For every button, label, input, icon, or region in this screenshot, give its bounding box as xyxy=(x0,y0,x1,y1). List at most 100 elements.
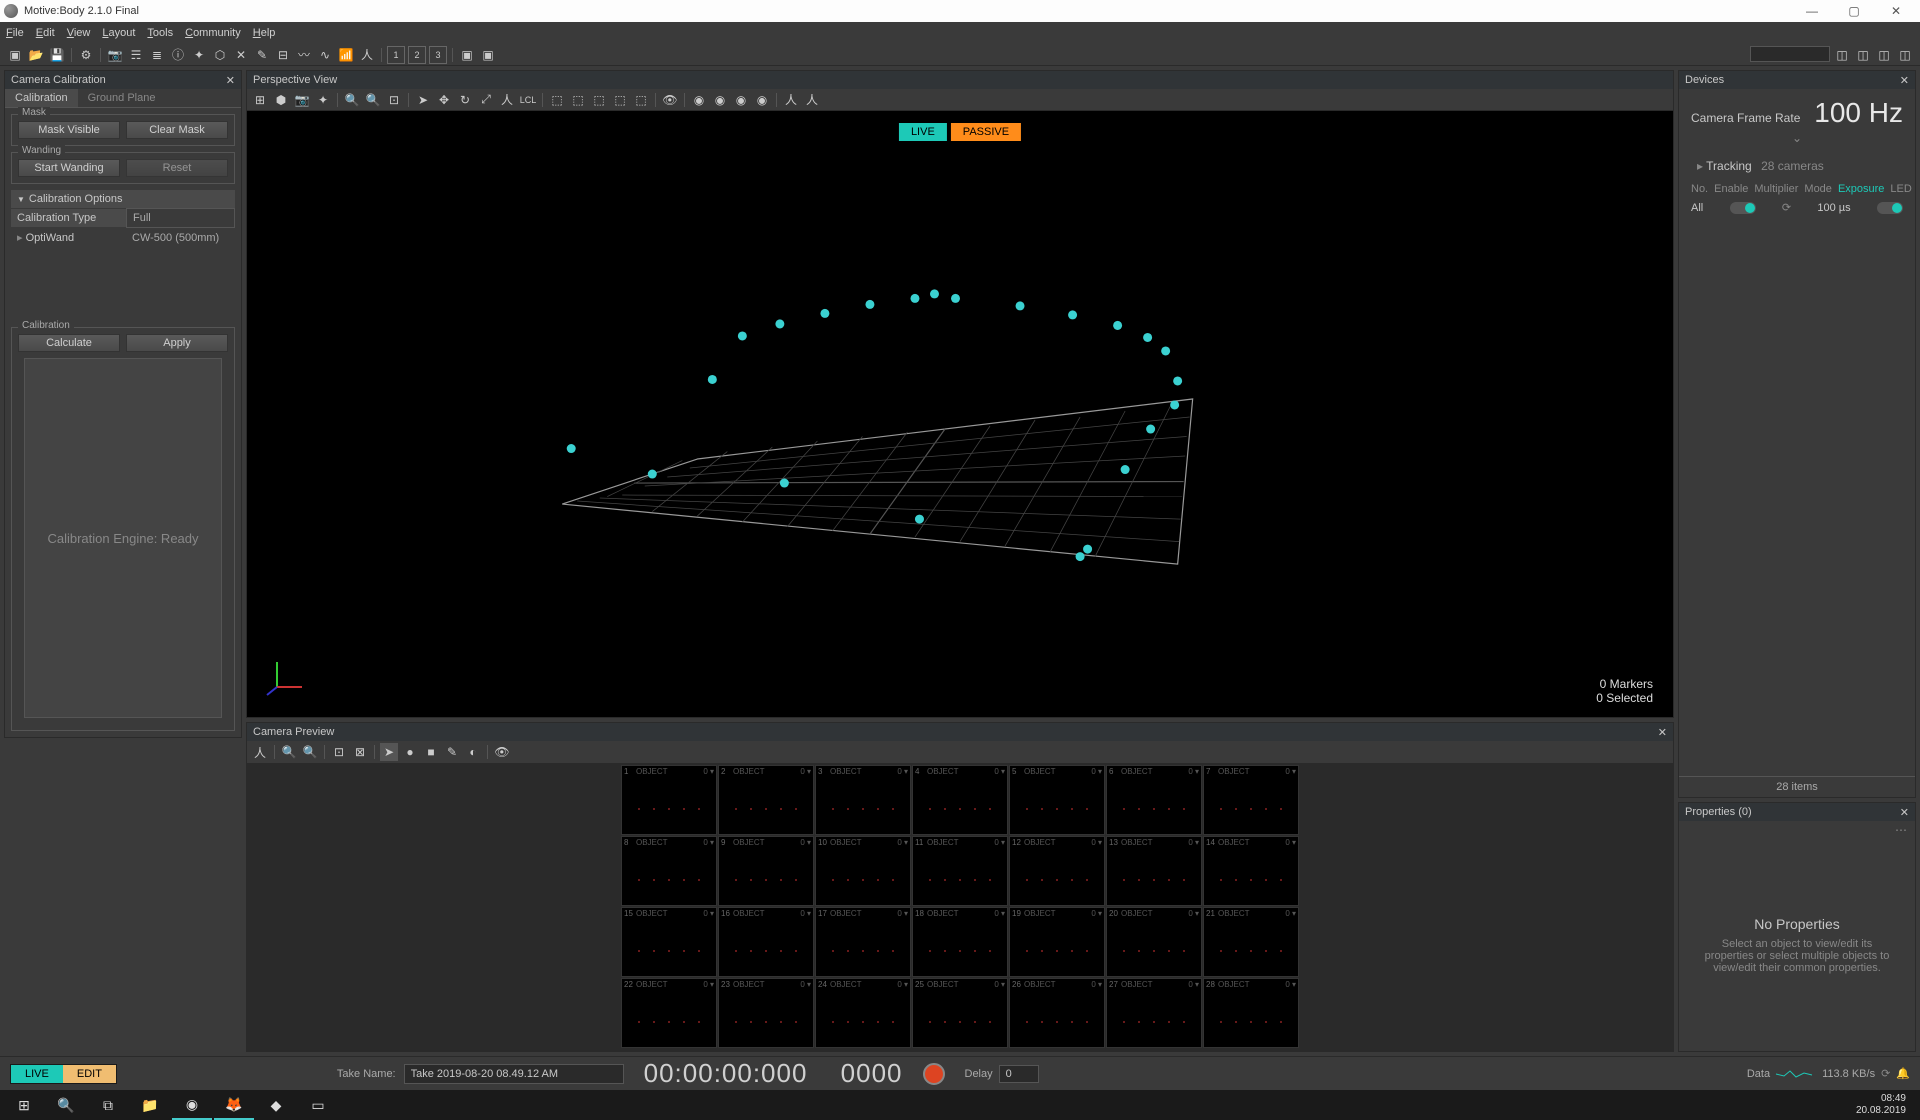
pointer-icon[interactable]: ➤ xyxy=(414,91,432,109)
cp-toggle-icon[interactable]: ◐ xyxy=(464,743,482,761)
menu-community[interactable]: Community xyxy=(185,27,241,39)
search-icon[interactable]: 🔍 xyxy=(46,1090,86,1120)
camera-cell-28[interactable]: 28OBJECT0 ▾ xyxy=(1203,978,1299,1048)
wave-icon[interactable]: ∿ xyxy=(316,46,334,64)
taskbar-date[interactable]: 20.08.2019 xyxy=(1856,1105,1906,1117)
rotate-icon[interactable]: ↻ xyxy=(456,91,474,109)
cp-zoom-icon[interactable]: 🔍 xyxy=(280,743,298,761)
clear-mask-button[interactable]: Clear Mask xyxy=(126,121,228,139)
zoom-in-icon[interactable]: 🔍 xyxy=(343,91,361,109)
taskbar-time[interactable]: 08:49 xyxy=(1856,1093,1906,1105)
camera-cell-25[interactable]: 25OBJECT0 ▾ xyxy=(912,978,1008,1048)
bell-icon[interactable]: 🔔 xyxy=(1896,1067,1910,1080)
bar-icon[interactable]: ⊟ xyxy=(274,46,292,64)
taskview-icon[interactable]: ⧉ xyxy=(88,1090,128,1120)
v2-icon[interactable]: ◉ xyxy=(711,91,729,109)
open-icon[interactable]: 📂 xyxy=(27,46,45,64)
list-icon[interactable]: ≣ xyxy=(148,46,166,64)
mask-visible-button[interactable]: Mask Visible xyxy=(18,121,120,139)
optiwand-label[interactable]: OptiWand xyxy=(11,228,126,247)
cp-x-icon[interactable]: ⊠ xyxy=(351,743,369,761)
close-button[interactable]: ✕ xyxy=(1876,0,1916,22)
tab-calibration[interactable]: Calibration xyxy=(5,89,78,107)
app-icon[interactable]: ▭ xyxy=(298,1090,338,1120)
dock2-icon[interactable]: ◫ xyxy=(1854,46,1872,64)
dock1-icon[interactable]: ◫ xyxy=(1833,46,1851,64)
camera-cell-22[interactable]: 22OBJECT0 ▾ xyxy=(621,978,717,1048)
sel3-icon[interactable]: ⬚ xyxy=(590,91,608,109)
record-button[interactable] xyxy=(923,1063,945,1085)
v4-icon[interactable]: ◉ xyxy=(753,91,771,109)
dock4-icon[interactable]: ◫ xyxy=(1896,46,1914,64)
sel1-icon[interactable]: ⬚ xyxy=(548,91,566,109)
rec-icon[interactable]: ▣ xyxy=(458,46,476,64)
lcl-icon[interactable]: LCL xyxy=(519,91,537,109)
camera-cell-15[interactable]: 15OBJECT0 ▾ xyxy=(621,907,717,977)
led-all-toggle[interactable] xyxy=(1877,202,1903,214)
s1-icon[interactable]: 人 xyxy=(782,91,800,109)
skeleton-icon[interactable]: 人 xyxy=(358,46,376,64)
camera-cell-16[interactable]: 16OBJECT0 ▾ xyxy=(718,907,814,977)
unity-icon[interactable]: ◆ xyxy=(256,1090,296,1120)
camera-preview-close-icon[interactable]: ✕ xyxy=(1658,726,1667,739)
stream-icon[interactable]: 📶 xyxy=(337,46,355,64)
minimize-button[interactable]: — xyxy=(1792,0,1832,22)
search-box[interactable] xyxy=(1750,46,1830,62)
cp-eye-icon[interactable]: 👁 xyxy=(493,743,511,761)
panel-close-icon[interactable]: ✕ xyxy=(226,74,235,87)
menu-help[interactable]: Help xyxy=(253,27,276,39)
graph-icon[interactable]: 〰 xyxy=(295,46,313,64)
cp-person-icon[interactable]: 人 xyxy=(251,743,269,761)
firefox-icon[interactable]: 🦊 xyxy=(214,1090,254,1120)
skeleton-icon[interactable]: 人 xyxy=(498,91,516,109)
camera-cell-19[interactable]: 19OBJECT0 ▾ xyxy=(1009,907,1105,977)
camera-cell-21[interactable]: 21OBJECT0 ▾ xyxy=(1203,907,1299,977)
properties-menu-icon[interactable]: ⋯ xyxy=(1679,821,1915,839)
cp-pen-icon[interactable]: ✎ xyxy=(443,743,461,761)
passive-badge[interactable]: PASSIVE xyxy=(951,123,1021,141)
info-icon[interactable]: ⓘ xyxy=(169,46,187,64)
motive-task-icon[interactable]: ◉ xyxy=(172,1090,212,1120)
camera-cell-2[interactable]: 2OBJECT0 ▾ xyxy=(718,765,814,835)
properties-close-icon[interactable]: ✕ xyxy=(1900,806,1909,819)
devices-close-icon[interactable]: ✕ xyxy=(1900,74,1909,87)
camera-cell-10[interactable]: 10OBJECT0 ▾ xyxy=(815,836,911,906)
camera-cell-12[interactable]: 12OBJECT0 ▾ xyxy=(1009,836,1105,906)
layout3-icon[interactable]: 3 xyxy=(429,46,447,64)
camera-cell-4[interactable]: 4OBJECT0 ▾ xyxy=(912,765,1008,835)
camera-cell-24[interactable]: 24OBJECT0 ▾ xyxy=(815,978,911,1048)
snap-icon[interactable]: ✦ xyxy=(190,46,208,64)
menu-file[interactable]: File xyxy=(6,27,24,39)
zoom-fit-icon[interactable]: ⊡ xyxy=(385,91,403,109)
dock3-icon[interactable]: ◫ xyxy=(1875,46,1893,64)
camera-cell-27[interactable]: 27OBJECT0 ▾ xyxy=(1106,978,1202,1048)
cp-arrow-icon[interactable]: ➤ xyxy=(380,743,398,761)
apply-button[interactable]: Apply xyxy=(126,334,228,352)
menu-edit[interactable]: Edit xyxy=(36,27,55,39)
camera-cell-26[interactable]: 26OBJECT0 ▾ xyxy=(1009,978,1105,1048)
scale-icon[interactable]: ⤢ xyxy=(477,91,495,109)
camera-cell-23[interactable]: 23OBJECT0 ▾ xyxy=(718,978,814,1048)
sel4-icon[interactable]: ⬚ xyxy=(611,91,629,109)
prop-icon[interactable]: ☴ xyxy=(127,46,145,64)
v3-icon[interactable]: ◉ xyxy=(732,91,750,109)
sel2-icon[interactable]: ⬚ xyxy=(569,91,587,109)
tool-icon[interactable]: ✎ xyxy=(253,46,271,64)
viewport-3d[interactable]: LIVE PASSIVE xyxy=(247,111,1673,717)
explorer-icon[interactable]: 📁 xyxy=(130,1090,170,1120)
cp-zoom2-icon[interactable]: 🔍 xyxy=(301,743,319,761)
multiplier-icon[interactable]: ⟳ xyxy=(1782,201,1791,214)
tracking-label[interactable]: Tracking xyxy=(1706,159,1752,173)
camera-cell-17[interactable]: 17OBJECT0 ▾ xyxy=(815,907,911,977)
play-icon[interactable]: ▣ xyxy=(479,46,497,64)
camera-cell-11[interactable]: 11OBJECT0 ▾ xyxy=(912,836,1008,906)
camera-cell-14[interactable]: 14OBJECT0 ▾ xyxy=(1203,836,1299,906)
maximize-button[interactable]: ▢ xyxy=(1834,0,1874,22)
layout2-icon[interactable]: 2 xyxy=(408,46,426,64)
grid-icon[interactable]: ⊞ xyxy=(251,91,269,109)
axis-icon[interactable]: ✦ xyxy=(314,91,332,109)
camera-cell-8[interactable]: 8OBJECT0 ▾ xyxy=(621,836,717,906)
layout1-icon[interactable]: 1 xyxy=(387,46,405,64)
take-name-input[interactable] xyxy=(404,1064,624,1084)
camera-cell-3[interactable]: 3OBJECT0 ▾ xyxy=(815,765,911,835)
